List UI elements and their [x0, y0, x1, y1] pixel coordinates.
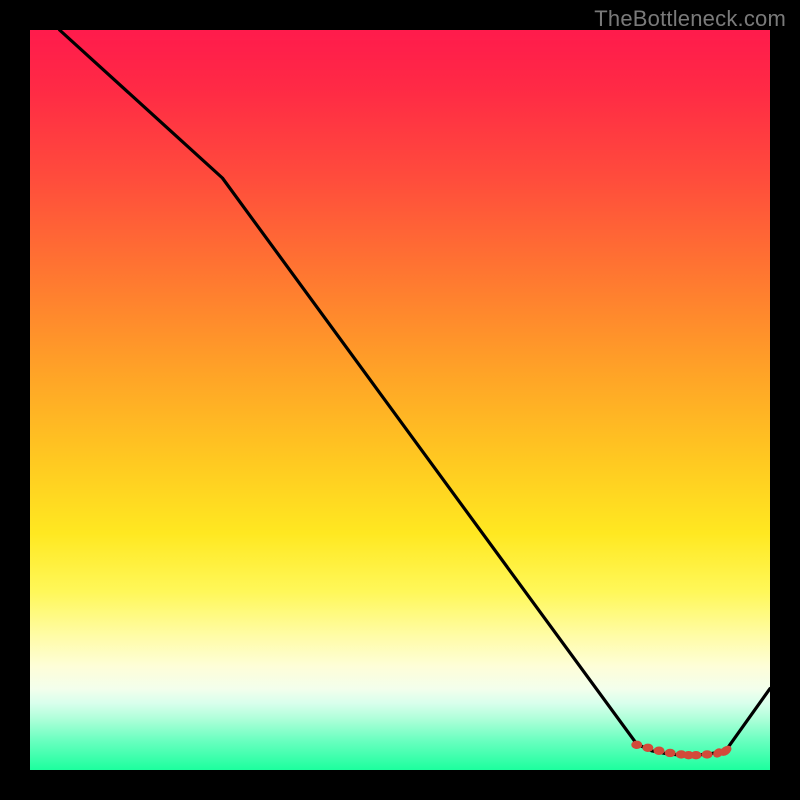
- highlight-marker: [642, 744, 653, 752]
- plot-area: [30, 30, 770, 770]
- credit-label: TheBottleneck.com: [594, 6, 786, 32]
- chart-svg: [30, 30, 770, 770]
- highlight-marker: [631, 741, 642, 749]
- highlight-marker: [702, 750, 713, 758]
- curve-line: [60, 30, 770, 755]
- line-series: [60, 30, 770, 755]
- highlight-marker: [654, 747, 665, 755]
- highlight-marker: [665, 749, 676, 757]
- chart-container: TheBottleneck.com: [0, 0, 800, 800]
- highlight-marker: [691, 751, 702, 759]
- highlight-markers: [631, 741, 733, 760]
